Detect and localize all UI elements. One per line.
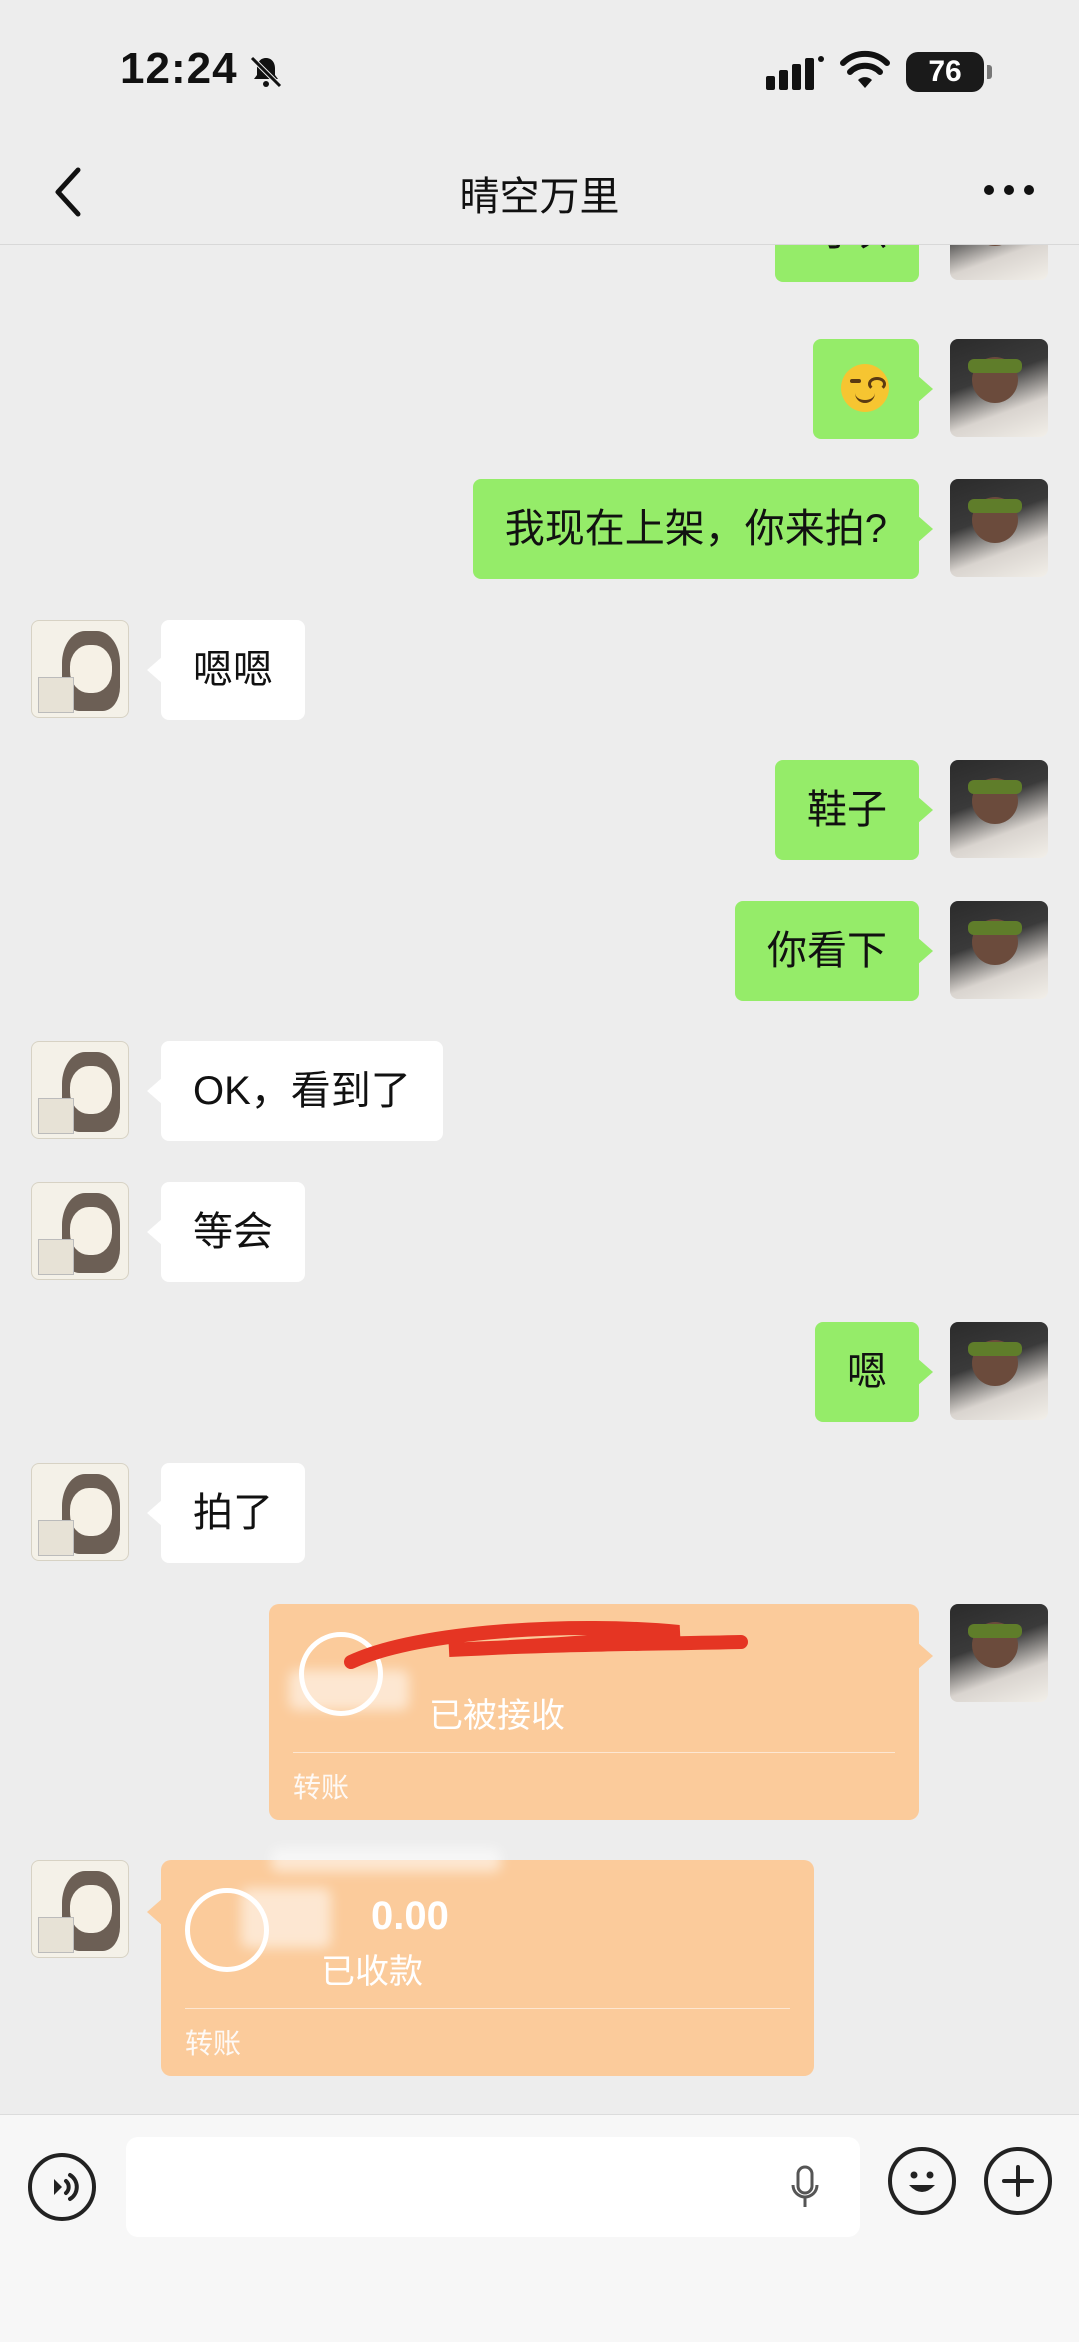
my-avatar[interactable] [950,1604,1048,1702]
more-actions-button[interactable] [984,2147,1052,2215]
chat-header: 晴空万里 [0,140,1079,245]
my-message-bubble[interactable]: 嗯 [815,1322,933,1422]
my-message-bubble[interactable]: 我现在上架，你来拍? [472,479,934,579]
more-options-icon[interactable] [979,170,1039,210]
message-list[interactable]: 可以 我现在上架，你来拍? 嗯嗯 鞋子 你看下 OK，看到了 [0,244,1079,2114]
transfer-divider [293,1752,895,1753]
my-transfer-card[interactable]: 已被接收 转账 [269,1604,933,1820]
my-avatar[interactable] [950,479,1048,577]
my-avatar[interactable] [950,760,1048,858]
chat-title: 晴空万里 [459,175,620,219]
contact-avatar[interactable] [31,620,129,718]
my-avatar[interactable] [950,244,1048,280]
smirk-emoji-icon [841,364,889,413]
contact-message-bubble[interactable]: OK，看到了 [147,1041,443,1141]
contact-avatar[interactable] [31,1860,129,1958]
my-avatar[interactable] [950,1322,1048,1420]
transfer-divider [185,2008,790,2009]
contact-avatar[interactable] [31,1041,129,1139]
transfer-type-label: 转账 [185,2028,242,2059]
message-input[interactable] [126,2137,860,2237]
status-time: 12:24 [120,44,238,93]
transfer-type-label: 转账 [293,1772,350,1803]
contact-message-bubble[interactable]: 嗯嗯 [147,620,305,720]
contact-transfer-card[interactable]: 0.00 已收款 转账 [147,1848,814,2076]
my-avatar[interactable] [950,901,1048,999]
plus-icon [1002,2165,1034,2197]
my-message-bubble[interactable]: 鞋子 [775,760,933,860]
my-message-bubble[interactable]: 可以 [775,244,933,282]
contact-message-bubble[interactable]: 拍了 [147,1463,305,1563]
smiley-icon [909,2171,935,2192]
battery-indicator: 76 [906,52,992,92]
input-bar [0,2114,1079,2342]
contact-avatar[interactable] [31,1182,129,1280]
redaction-blur [271,1848,501,1872]
emoji-button[interactable] [888,2147,956,2215]
muted-bell-icon [250,56,282,88]
transfer-status: 已收款 [321,1953,423,1991]
transfer-amount: 0.00 [371,1894,449,1938]
voice-input-button[interactable] [28,2153,96,2221]
my-emoji-bubble[interactable] [813,339,933,439]
voice-wave-icon [54,2173,79,2201]
transfer-status: 已被接收 [429,1697,565,1735]
cellular-signal-icon [766,56,824,90]
redaction-blur [241,1888,331,1948]
contact-message-bubble[interactable]: 等会 [147,1182,305,1282]
my-message-bubble[interactable]: 你看下 [735,901,933,1001]
wifi-icon [840,50,890,88]
red-scribble-redaction [344,1620,748,1669]
microphone-icon[interactable] [790,2165,820,2209]
my-avatar[interactable] [950,339,1048,437]
contact-avatar[interactable] [31,1463,129,1561]
status-bar: 12:24 76 [0,0,1079,140]
